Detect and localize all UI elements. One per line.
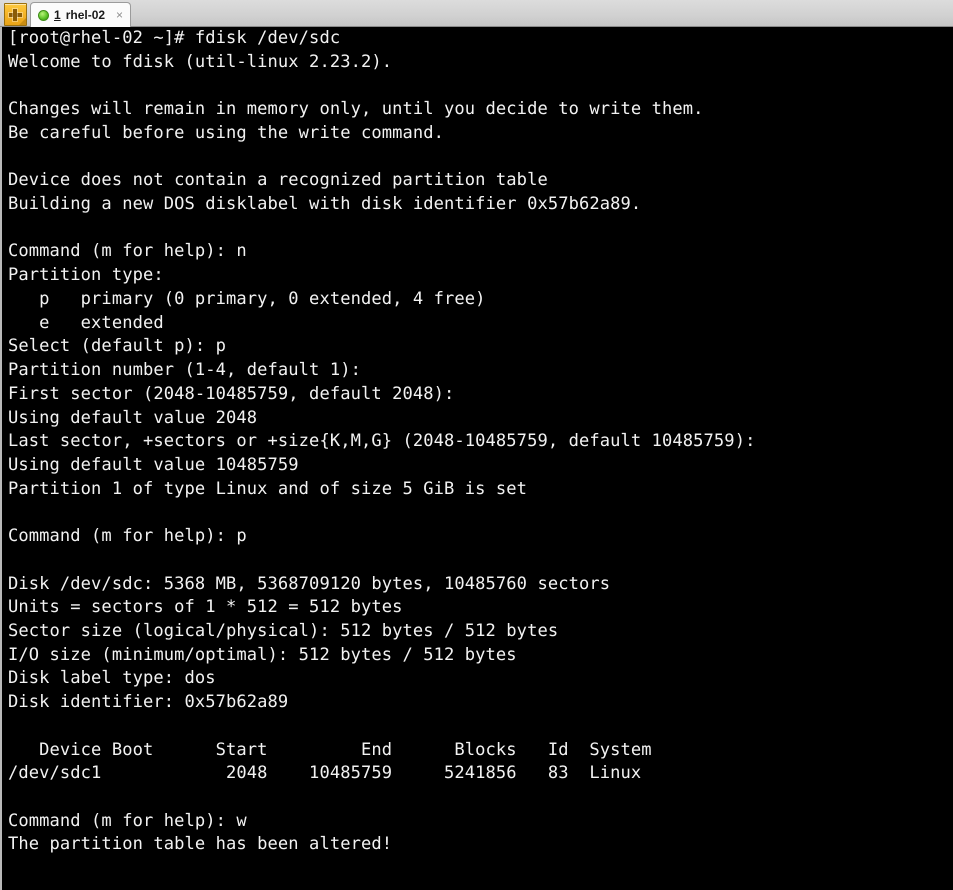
terminal-line: I/O size (minimum/optimal): 512 bytes / … <box>8 644 517 665</box>
terminal-line: Command (m for help): w <box>8 810 247 831</box>
terminal-line: Last sector, +sectors or +size{K,M,G} (2… <box>8 431 756 452</box>
new-tab-button[interactable] <box>4 3 27 26</box>
terminal-line: Select (default p): p <box>8 336 227 357</box>
terminal-line: p primary (0 primary, 0 extended, 4 free… <box>8 288 486 309</box>
green-circle-icon <box>38 9 49 21</box>
terminal-line: Partition 1 of type Linux and of size 5 … <box>8 478 528 499</box>
terminal-viewport[interactable]: [root@rhel-02 ~]# fdisk /dev/sdc Welcome … <box>0 27 953 890</box>
terminal-line: /dev/sdc1 2048 10485759 5241856 83 Linux <box>8 763 642 784</box>
tab-rhel-02[interactable]: 1 rhel-02 × <box>30 2 132 27</box>
terminal-line: Welcome to fdisk (util-linux 2.23.2). <box>8 51 393 72</box>
terminal-line: Using default value 10485759 <box>8 454 299 475</box>
terminal-line: Disk identifier: 0x57b62a89 <box>8 692 289 713</box>
tab-bar: 1 rhel-02 × <box>0 0 953 27</box>
terminal-line: Device does not contain a recognized par… <box>8 170 548 191</box>
terminal-screen[interactable]: [root@rhel-02 ~]# fdisk /dev/sdc Welcome … <box>8 27 953 890</box>
terminal-line: Partition type: <box>8 265 164 286</box>
terminal-line: First sector (2048-10485759, default 204… <box>8 383 455 404</box>
terminal-line: Using default value 2048 <box>8 407 258 428</box>
terminal-line: Device Boot Start End Blocks Id System <box>8 739 652 760</box>
terminal-line: Disk label type: dos <box>8 668 216 689</box>
page-fold-icon <box>19 18 26 25</box>
terminal-line: Partition number (1-4, default 1): <box>8 360 361 381</box>
terminal-line: The partition table has been altered! <box>8 834 393 855</box>
terminal-line: Command (m for help): n <box>8 241 247 262</box>
terminal-line: [root@rhel-02 ~]# fdisk /dev/sdc <box>8 28 341 48</box>
close-icon[interactable]: × <box>116 9 123 21</box>
terminal-left-border <box>0 27 2 890</box>
terminal-line: Sector size (logical/physical): 512 byte… <box>8 620 559 641</box>
terminal-window: 1 rhel-02 × [root@rhel-02 ~]# fdisk /dev… <box>0 0 953 890</box>
terminal-line: Command (m for help): p <box>8 526 247 547</box>
terminal-line: Disk /dev/sdc: 5368 MB, 5368709120 bytes… <box>8 573 611 594</box>
terminal-line: e extended <box>8 312 164 333</box>
terminal-line: Changes will remain in memory only, unti… <box>8 99 704 120</box>
plus-icon-vertical <box>13 9 17 21</box>
terminal-line: Be careful before using the write comman… <box>8 122 445 143</box>
terminal-line: Units = sectors of 1 * 512 = 512 bytes <box>8 597 403 618</box>
tab-title-label: rhel-02 <box>65 8 106 22</box>
terminal-line: Building a new DOS disklabel with disk i… <box>8 194 642 215</box>
tab-index-label: 1 <box>54 8 61 22</box>
